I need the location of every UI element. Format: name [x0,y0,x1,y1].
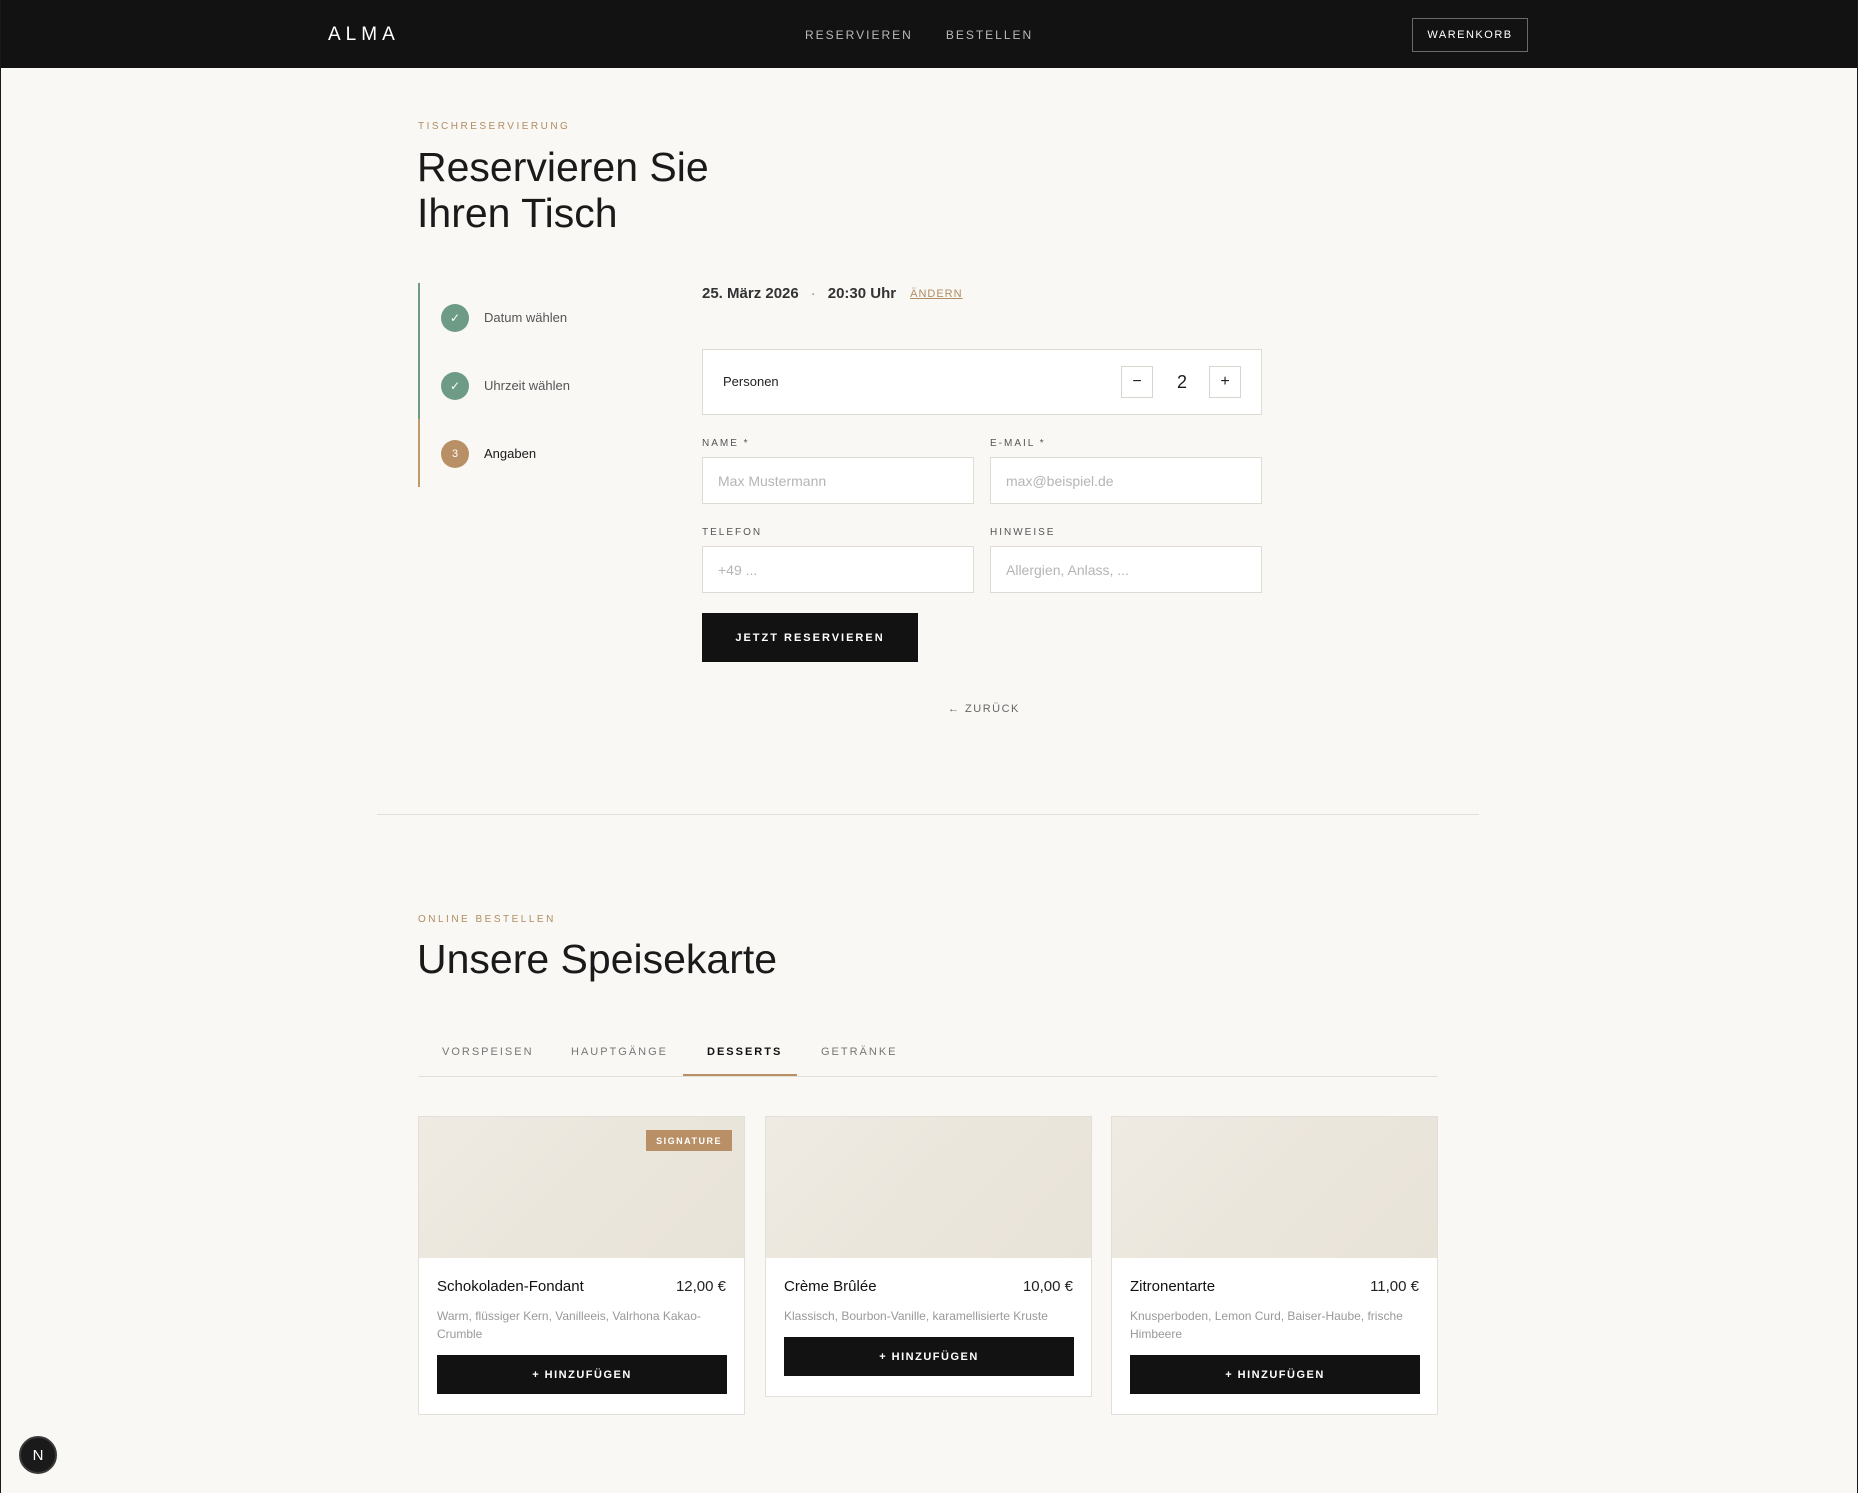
step-label: Datum wählen [484,310,568,325]
summary-date: 25. März 2026 [702,285,799,302]
name-label: NAME * [702,438,750,449]
add-to-cart-button[interactable]: + HINZUFÜGEN [784,1337,1074,1376]
add-to-cart-button[interactable]: + HINZUFÜGEN [1130,1355,1420,1394]
check-icon: ✓ [441,304,469,332]
summary-separator: · [810,285,816,302]
email-field[interactable] [990,457,1262,504]
brand-logo[interactable]: ALMA [328,24,400,46]
top-navigation: ALMA RESERVIEREN BESTELLEN WARENKORB [0,0,1858,68]
menu-item-card: SIGNATURE Schokoladen-Fondant 12,00 € Wa… [418,1116,745,1415]
item-description: Warm, flüssiger Kern, Vanilleeis, Valrho… [437,1309,701,1341]
item-image [766,1117,1091,1258]
menu-title: Unsere Speisekarte [417,936,778,982]
persons-label: Personen [723,374,779,389]
menu-eyebrow: ONLINE BESTELLEN [418,914,556,925]
step-details[interactable]: 3 Angaben [418,419,618,487]
reservation-eyebrow: TISCHRESERVIERUNG [418,121,571,132]
notes-field[interactable] [990,546,1262,593]
step-date[interactable]: ✓ Datum wählen [418,283,618,351]
nav-link-reservieren[interactable]: RESERVIEREN [805,28,913,42]
dev-tools-badge[interactable]: N [19,1436,57,1474]
tab-desserts[interactable]: DESSERTS [707,1046,782,1058]
menu-tabs: VORSPEISEN HAUPTGÄNGE DESSERTS GETRÄNKE [418,1032,1438,1077]
nav-link-bestellen[interactable]: BESTELLEN [946,28,1033,42]
step-number: 3 [441,440,469,468]
item-name: Zitronentarte [1130,1278,1216,1295]
item-price: 12,00 € [675,1278,726,1295]
active-tab-indicator [683,1074,797,1076]
notes-label: HINWEISE [990,527,1056,538]
back-link[interactable]: ← ZURÜCK [948,703,1020,715]
tab-getraenke[interactable]: GETRÄNKE [821,1046,898,1058]
email-label: E-MAIL * [990,438,1046,449]
summary-time: 20:30 Uhr [827,285,897,302]
decrease-persons-button[interactable]: − [1121,366,1153,398]
step-label: Uhrzeit wählen [484,378,570,393]
phone-field[interactable] [702,546,974,593]
reservation-stepper: ✓ Datum wählen ✓ Uhrzeit wählen 3 Angabe… [418,283,598,487]
reservation-title-line2: Ihren Tisch [417,190,618,236]
check-icon: ✓ [441,372,469,400]
item-price: 10,00 € [1022,1278,1073,1295]
menu-item-card: Crème Brûlée 10,00 € Klassisch, Bourbon-… [765,1116,1092,1397]
step-time[interactable]: ✓ Uhrzeit wählen [418,351,618,419]
step-label: Angaben [484,446,537,461]
change-link[interactable]: ÄNDERN [910,288,962,300]
persons-selector: Personen − 2 + [702,349,1262,415]
item-name: Crème Brûlée [784,1278,877,1295]
name-field[interactable] [702,457,974,504]
item-description: Klassisch, Bourbon-Vanille, karamellisie… [784,1309,1048,1323]
add-to-cart-button[interactable]: + HINZUFÜGEN [437,1355,727,1394]
tab-vorspeisen[interactable]: VORSPEISEN [442,1046,534,1058]
reservation-title: Reservieren Sie Ihren Tisch [417,144,709,236]
item-image: SIGNATURE [419,1117,744,1258]
increase-persons-button[interactable]: + [1209,366,1241,398]
signature-badge: SIGNATURE [646,1130,732,1151]
item-name: Schokoladen-Fondant [437,1278,584,1295]
reserve-now-button[interactable]: JETZT RESERVIEREN [702,613,918,662]
reservation-title-line1: Reservieren Sie [417,144,709,190]
nav-links: RESERVIEREN BESTELLEN [805,28,1033,42]
item-description: Knusperboden, Lemon Curd, Baiser-Haube, … [1130,1309,1403,1341]
item-price: 11,00 € [1370,1278,1419,1295]
reservation-summary: 25. März 2026 · 20:30 Uhr ÄNDERN [702,285,963,302]
tab-hauptgaenge[interactable]: HAUPTGÄNGE [571,1046,668,1058]
phone-label: TELEFON [702,527,763,538]
persons-value: 2 [1176,372,1187,392]
menu-item-card: Zitronentarte 11,00 € Knusperboden, Lemo… [1111,1116,1438,1415]
section-divider [377,814,1479,815]
cart-button[interactable]: WARENKORB [1412,18,1528,52]
item-image [1112,1117,1437,1258]
